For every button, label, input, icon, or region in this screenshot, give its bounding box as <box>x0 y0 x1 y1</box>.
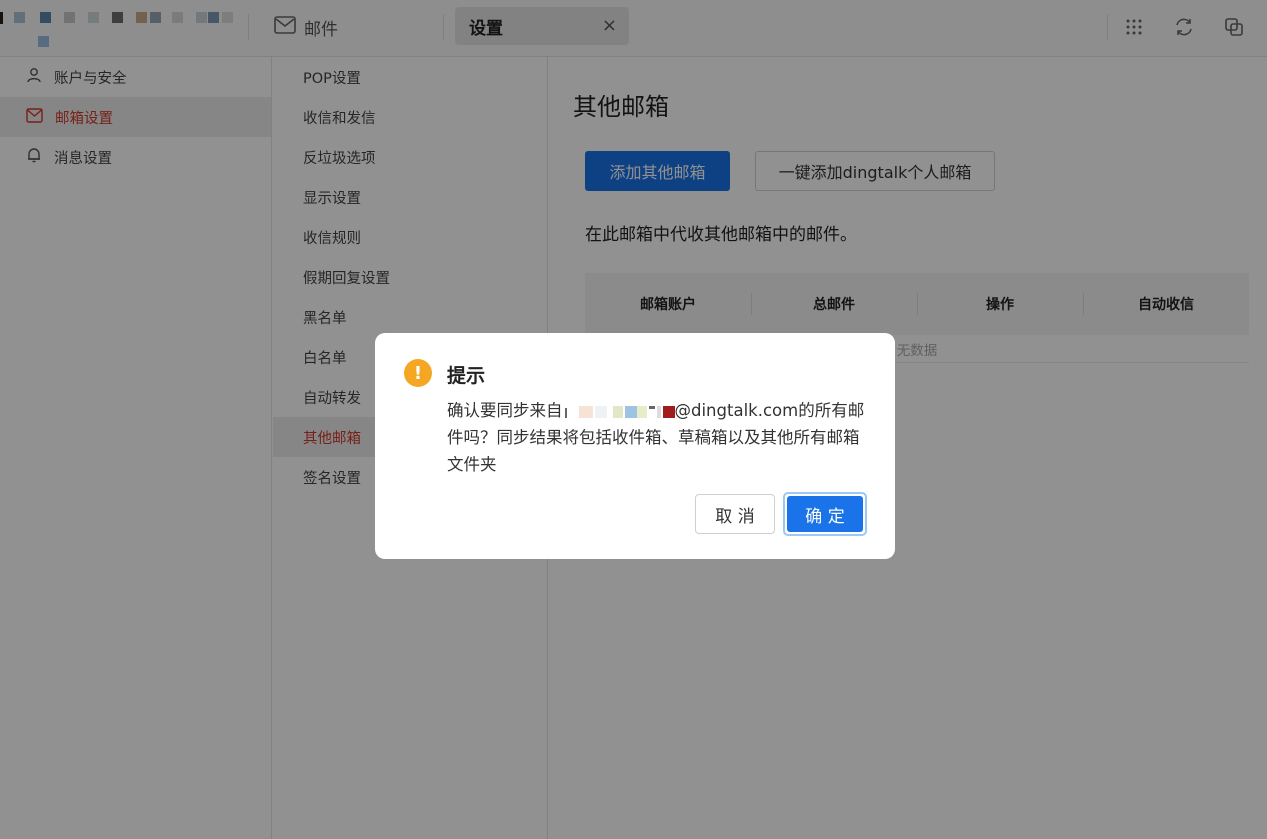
confirm-button-label: 确 定 <box>787 496 863 532</box>
confirm-button[interactable]: 确 定 <box>783 492 867 536</box>
redacted-account-name <box>563 405 675 418</box>
cancel-button[interactable]: 取 消 <box>695 494 775 534</box>
confirm-dialog: ! 提示 确认要同步来自 @dingtalk.com的所有邮件吗？同步结果将包括… <box>375 333 895 559</box>
dialog-message: 确认要同步来自 @dingtalk.com的所有邮件吗？同步结果将包括收件箱、草… <box>447 397 867 478</box>
dialog-message-prefix: 确认要同步来自 <box>447 401 563 420</box>
dialog-title: 提示 <box>447 365 486 387</box>
warning-icon: ! <box>404 359 432 387</box>
